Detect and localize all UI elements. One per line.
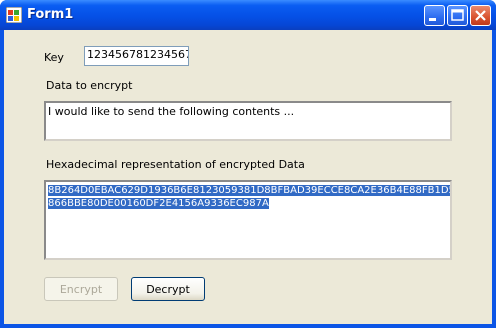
main-window: Form1 Key 1234567812345678 Data to encry… xyxy=(0,0,496,328)
key-value: 1234567812345678 xyxy=(87,48,189,61)
hex-output-textarea[interactable]: 8B264D0EBAC629D1936B6E8123059381D8BFBAD3… xyxy=(44,180,452,260)
form-client-area: Key 1234567812345678 Data to encrypt I w… xyxy=(4,30,492,324)
maximize-button[interactable] xyxy=(447,5,468,26)
decrypt-button-label: Decrypt xyxy=(146,282,190,296)
maximize-icon xyxy=(451,9,464,21)
data-to-encrypt-label: Data to encrypt xyxy=(46,79,133,92)
minimize-button[interactable] xyxy=(424,5,445,26)
minimize-icon xyxy=(429,18,436,21)
decrypt-button[interactable]: Decrypt xyxy=(131,277,205,301)
hex-line-1: 8B264D0EBAC629D1936B6E8123059381D8BFBAD3… xyxy=(48,185,450,196)
data-to-encrypt-textarea[interactable]: I would like to send the following conte… xyxy=(44,101,452,141)
close-icon xyxy=(475,10,486,21)
window-title: Form1 xyxy=(27,7,74,22)
key-input[interactable]: 1234567812345678 xyxy=(84,46,189,66)
title-bar[interactable]: Form1 xyxy=(0,0,496,30)
hex-line-2: 866BBE80DE00160DF2E4156A9336EC987A xyxy=(48,198,269,209)
data-to-encrypt-value: I would like to send the following conte… xyxy=(48,105,295,118)
windows-form-icon xyxy=(6,7,22,23)
encrypt-button[interactable]: Encrypt xyxy=(44,277,118,301)
hex-representation-label: Hexadecimal representation of encrypted … xyxy=(46,158,305,171)
close-button[interactable] xyxy=(470,5,491,26)
encrypt-button-label: Encrypt xyxy=(59,282,103,296)
key-label: Key xyxy=(44,51,64,64)
